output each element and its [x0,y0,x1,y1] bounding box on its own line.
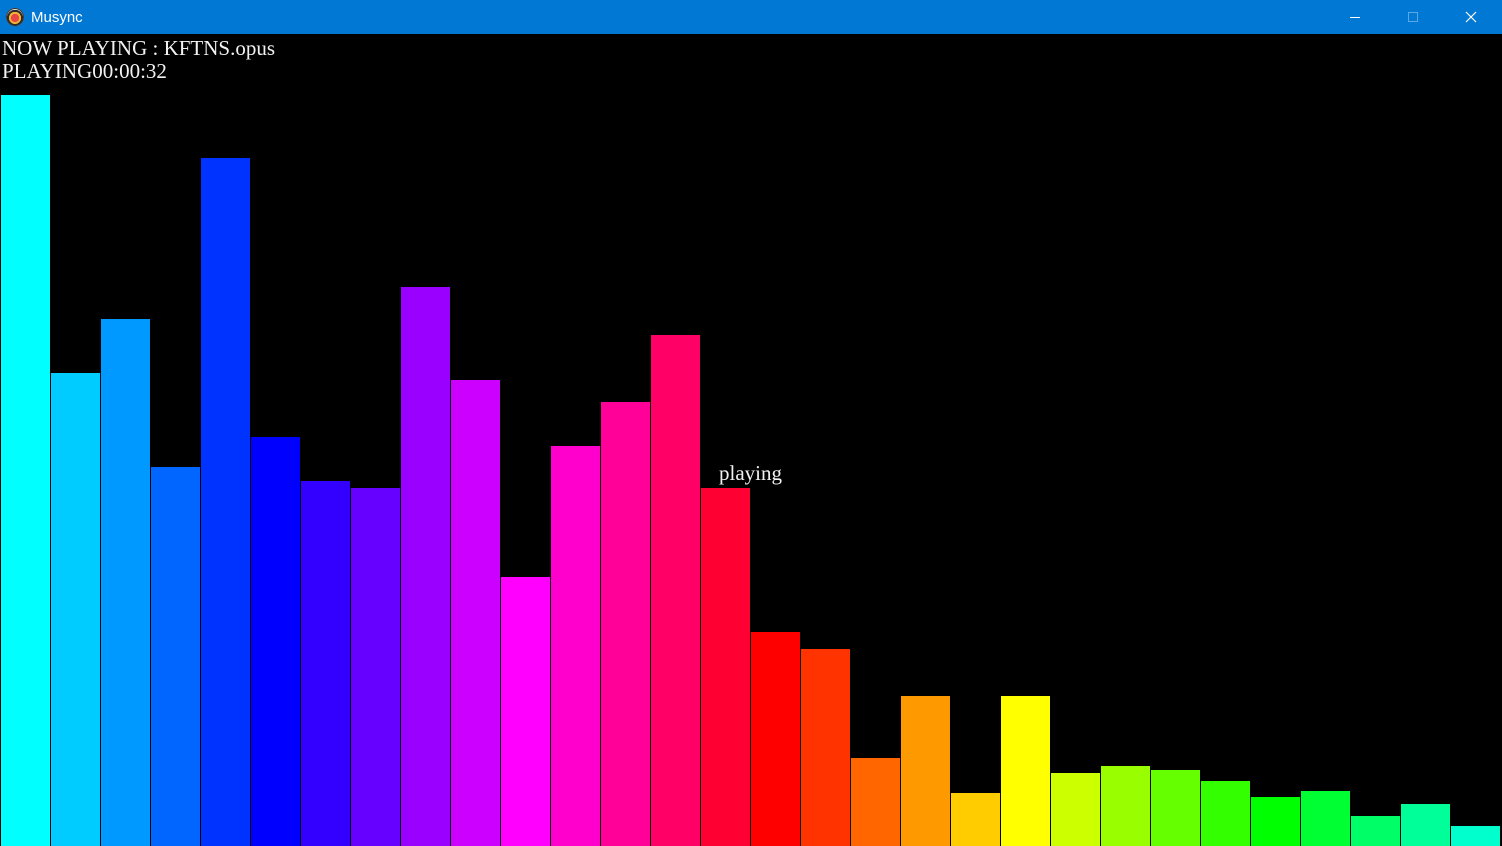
spectrum-bar-24 [1151,770,1200,846]
spectrum-bar-22 [1051,773,1100,846]
spectrum-bar-29 [1401,804,1450,846]
spectrum-bar-19 [901,696,950,846]
maximize-icon [1408,12,1418,22]
musync-app-icon [6,8,24,26]
maximize-button[interactable] [1384,0,1442,34]
spectrum-bar-15 [701,488,750,846]
playback-status-time: PLAYING00:00:32 [2,59,167,83]
playing-status-label: playing [719,461,782,485]
spectrum-bar-27 [1301,791,1350,846]
minimize-button[interactable] [1326,0,1384,34]
app-window: Musync NOW PLAYING : KFTNS.opus PLAYING0… [0,0,1502,846]
spectrum-bar-6 [251,437,300,846]
spectrum-bar-7 [301,481,350,846]
spectrum-bar-21 [1001,696,1050,846]
spectrum-bar-8 [351,488,400,846]
spectrum-bar-1 [1,95,50,846]
title-bar[interactable]: Musync [0,0,1502,34]
spectrum-bar-14 [651,335,700,846]
spectrum-bar-28 [1351,816,1400,846]
minimize-icon [1350,17,1360,18]
spectrum-bar-30 [1451,826,1500,846]
spectrum-bar-2 [51,373,100,846]
spectrum-bar-4 [151,467,200,846]
spectrum-bar-12 [551,446,600,846]
spectrum-bar-26 [1251,797,1300,846]
spectrum-bar-20 [951,793,1000,846]
now-playing-label: NOW PLAYING : KFTNS.opus [2,36,276,60]
spectrum-bar-5 [201,158,250,846]
spectrum-bar-16 [751,632,800,846]
spectrum-bar-9 [401,287,450,846]
spectrum-bar-10 [451,380,500,846]
spectrum-bar-23 [1101,766,1150,846]
spectrum-bar-11 [501,577,550,846]
spectrum-bars [1,95,1500,846]
spectrum-bar-3 [101,319,150,846]
spectrum-bar-13 [601,402,650,846]
spectrum-bar-18 [851,758,900,846]
visualizer-canvas: NOW PLAYING : KFTNS.opus PLAYING00:00:32… [0,34,1502,846]
spectrum-bar-25 [1201,781,1250,846]
window-title: Musync [31,9,83,26]
spectrum-bar-17 [801,649,850,846]
close-button[interactable] [1442,0,1500,34]
close-icon [1465,11,1477,23]
